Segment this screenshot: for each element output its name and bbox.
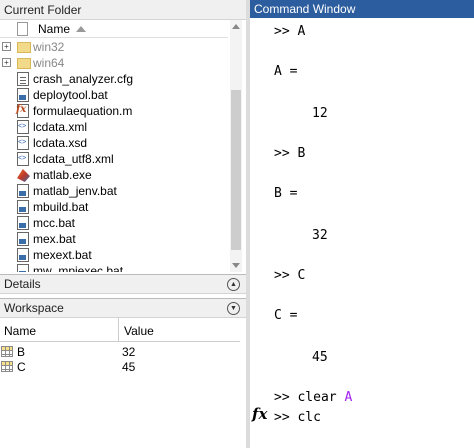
function-file-icon (16, 104, 29, 118)
workspace-value-column[interactable]: Value (124, 324, 154, 338)
list-item[interactable]: mw_mpiexec.bat (0, 263, 228, 272)
list-item[interactable]: lcdata.xml (0, 119, 228, 135)
variable-icon (1, 361, 13, 372)
workspace-name-column[interactable]: Name (4, 324, 36, 338)
matlab-logo-icon (17, 168, 29, 182)
function-browser-icon[interactable]: fx (252, 405, 267, 423)
list-item[interactable]: crash_analyzer.cfg (0, 71, 228, 87)
name-column-header[interactable]: Name (0, 20, 228, 38)
batch-file-icon (17, 88, 29, 102)
table-row[interactable]: C 45 (0, 359, 240, 374)
table-row[interactable]: B 32 (0, 344, 240, 359)
current-folder-title: Current Folder (4, 2, 82, 17)
list-item[interactable]: formulaequation.m (0, 103, 228, 119)
command-window-header[interactable]: Command Window (250, 0, 474, 18)
details-menu-icon[interactable]: ▲ (227, 278, 240, 291)
batch-file-icon (17, 232, 29, 246)
folder-scrollbar[interactable] (230, 20, 242, 272)
scrollbar-thumb[interactable] (231, 90, 241, 250)
command-window-title: Command Window (254, 2, 356, 16)
output-value: 32 (312, 228, 328, 243)
batch-file-icon (17, 200, 29, 214)
details-header[interactable]: Details ▲ (0, 274, 246, 294)
list-item[interactable]: lcdata.xsd (0, 135, 228, 151)
name-column-label: Name (38, 22, 71, 36)
list-item[interactable]: mexext.bat (0, 247, 228, 263)
batch-file-icon (17, 216, 29, 230)
output-line: A = (274, 64, 298, 79)
command-line: >> A (274, 24, 306, 39)
list-item[interactable]: mcc.bat (0, 215, 228, 231)
output-value: 12 (312, 106, 328, 121)
current-folder-list[interactable]: Name + win32 + win64 crash_analyzer.cfg … (0, 20, 246, 272)
list-item[interactable]: mex.bat (0, 231, 228, 247)
expand-icon[interactable]: + (2, 42, 11, 51)
command-line: >> B (274, 146, 306, 161)
file-type-icon (17, 22, 28, 36)
list-item[interactable]: matlab_jenv.bat (0, 183, 228, 199)
variable-icon (1, 346, 13, 357)
xml-file-icon (17, 120, 29, 134)
xml-file-icon (17, 136, 29, 150)
list-item[interactable]: lcdata_utf8.xml (0, 151, 228, 167)
scroll-down-icon[interactable] (232, 263, 240, 268)
document-icon (17, 72, 29, 86)
left-panel: Current Folder Name + win32 + win64 cras… (0, 0, 246, 448)
output-line: B = (274, 186, 298, 201)
list-item[interactable]: + win32 (0, 39, 228, 55)
workspace-menu-icon[interactable]: ▼ (227, 302, 240, 315)
workspace-table[interactable]: Name Value B 32 C 45 (0, 318, 246, 448)
list-item[interactable]: matlab.exe (0, 167, 228, 183)
workspace-table-header: Name Value (0, 318, 240, 342)
details-title: Details (4, 277, 41, 291)
command-line: >> clear A (274, 390, 353, 405)
output-line: C = (274, 308, 298, 323)
workspace-header[interactable]: Workspace ▼ (0, 298, 246, 318)
folder-icon (17, 58, 31, 69)
command-input[interactable]: >> clc (274, 410, 321, 425)
batch-file-icon (17, 184, 29, 198)
list-item[interactable]: + win64 (0, 55, 228, 71)
scroll-up-icon[interactable] (232, 24, 240, 29)
list-item[interactable]: deploytool.bat (0, 87, 228, 103)
sort-ascending-icon (76, 26, 86, 32)
list-item[interactable]: mbuild.bat (0, 199, 228, 215)
command-window[interactable]: Command Window >> A A = 12 >> B B = 32 >… (250, 0, 474, 448)
xml-file-icon (17, 152, 29, 166)
expand-icon[interactable]: + (2, 58, 11, 67)
batch-file-icon (17, 264, 29, 272)
current-folder-header[interactable]: Current Folder (0, 0, 246, 20)
command-line: >> C (274, 268, 306, 283)
batch-file-icon (17, 248, 29, 262)
folder-icon (17, 42, 31, 53)
output-value: 45 (312, 350, 328, 365)
column-divider[interactable] (118, 318, 119, 342)
workspace-title: Workspace (4, 301, 64, 315)
